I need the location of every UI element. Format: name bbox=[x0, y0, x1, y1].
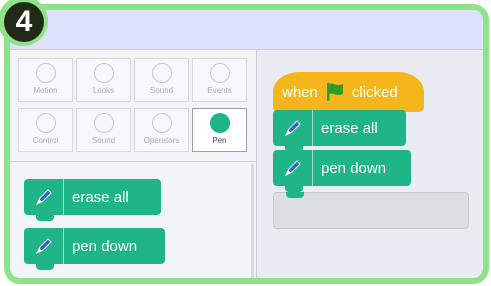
category-label: Events bbox=[207, 86, 232, 95]
category-sound-2[interactable]: Sound bbox=[76, 108, 131, 152]
category-label: Control bbox=[32, 136, 59, 145]
category-label: Pen bbox=[212, 136, 227, 145]
category-selector: Motion Looks Sound Events Control Sound bbox=[18, 58, 250, 158]
category-label: Sound bbox=[149, 86, 174, 95]
script-pen-down-block[interactable]: pen down bbox=[273, 150, 411, 192]
top-toolbar bbox=[10, 10, 483, 50]
category-dot-icon bbox=[151, 63, 172, 83]
category-motion[interactable]: Motion bbox=[18, 58, 73, 102]
block-label: pen down bbox=[321, 159, 387, 177]
category-dot-icon bbox=[151, 113, 172, 133]
empty-block-slot[interactable] bbox=[273, 192, 469, 229]
palette-erase-all-block[interactable]: erase all bbox=[24, 179, 161, 221]
hat-when-label: when bbox=[282, 83, 318, 101]
category-label: Looks bbox=[92, 86, 115, 95]
pen-icon bbox=[24, 179, 64, 215]
category-label: Motion bbox=[33, 86, 58, 95]
category-operators[interactable]: Operators bbox=[134, 108, 189, 152]
category-pen[interactable]: Pen bbox=[192, 108, 247, 152]
block-label: pen down bbox=[72, 237, 138, 255]
palette-pen-down-block[interactable]: pen down bbox=[24, 228, 165, 270]
category-label: Sound bbox=[91, 136, 116, 145]
pen-icon bbox=[24, 228, 64, 264]
category-label: Operators bbox=[143, 136, 180, 145]
block-label: erase all bbox=[321, 119, 378, 137]
step-number: 4 bbox=[4, 2, 44, 42]
category-dot-icon bbox=[209, 113, 230, 133]
when-flag-clicked-block[interactable]: when clicked bbox=[273, 72, 424, 112]
category-dot-icon bbox=[209, 63, 230, 83]
pen-icon bbox=[273, 110, 313, 146]
hat-clicked-label: clicked bbox=[351, 83, 398, 101]
category-sound[interactable]: Sound bbox=[134, 58, 189, 102]
block-label: erase all bbox=[72, 188, 129, 206]
category-looks[interactable]: Looks bbox=[76, 58, 131, 102]
category-dot-icon bbox=[35, 113, 56, 133]
category-dot-icon bbox=[93, 63, 114, 83]
script-erase-all-block[interactable]: erase all bbox=[273, 110, 406, 152]
pen-icon bbox=[273, 150, 313, 186]
editor-frame: Motion Looks Sound Events Control Sound bbox=[4, 4, 489, 284]
palette-scrollbar[interactable] bbox=[251, 164, 254, 278]
palette-divider bbox=[10, 161, 257, 162]
category-dot-icon bbox=[93, 113, 114, 133]
green-flag-icon bbox=[324, 81, 346, 103]
category-dot-icon bbox=[35, 63, 56, 83]
category-events[interactable]: Events bbox=[192, 58, 247, 102]
category-control[interactable]: Control bbox=[18, 108, 73, 152]
